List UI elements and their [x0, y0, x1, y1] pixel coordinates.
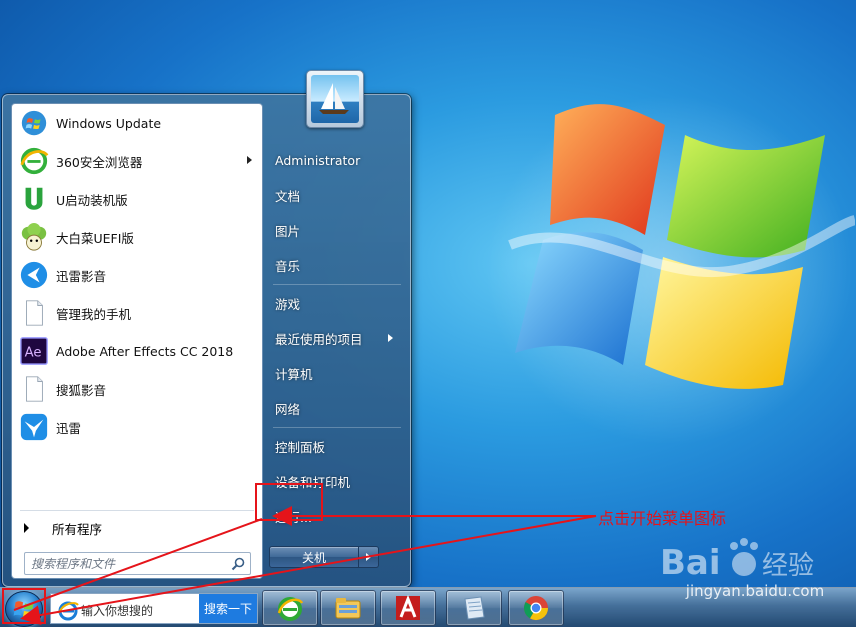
- taskbar-chrome-button[interactable]: [508, 590, 564, 626]
- autocad-icon: [396, 594, 420, 620]
- user-folder-link[interactable]: Administrator: [269, 143, 405, 178]
- annotation-note: 点击开始菜单图标: [598, 509, 727, 528]
- start-menu-places-pane: Administrator 文档 图片 音乐 游戏 最近使用的项目 计算机 网络…: [269, 143, 405, 534]
- svg-text:经验: 经验: [762, 551, 814, 581]
- folder-icon: [335, 598, 361, 619]
- games-link[interactable]: 游戏: [269, 286, 405, 321]
- start-menu-programs-pane: Windows Update 360安全浏览器 U启动装机版 大白菜UEFI版 迅雷影音…: [11, 103, 263, 579]
- program-item[interactable]: Windows Update: [12, 104, 262, 142]
- program-label: 大白菜UEFI版: [56, 230, 134, 246]
- shutdown-options-button[interactable]: [359, 546, 379, 568]
- search-placeholder: 搜索程序和文件: [31, 557, 116, 571]
- search-icon: [231, 557, 245, 571]
- taskbar-ie-button[interactable]: [262, 590, 318, 626]
- highlight-box-run: [255, 483, 323, 521]
- user-avatar[interactable]: [306, 70, 364, 128]
- program-label: U启动装机版: [56, 192, 128, 208]
- arrow-right-icon: [24, 523, 29, 533]
- music-label: 音乐: [275, 259, 301, 274]
- blank-document-icon: [18, 373, 50, 405]
- program-label: 迅雷: [56, 420, 82, 436]
- program-label: 管理我的手机: [56, 306, 132, 322]
- ie-browser-icon: [58, 601, 79, 621]
- music-link[interactable]: 音乐: [269, 248, 405, 283]
- program-label: Adobe After Effects CC 2018: [56, 343, 234, 359]
- network-label: 网络: [275, 402, 301, 417]
- program-label: 迅雷影音: [56, 268, 107, 284]
- search-button-label: 搜索一下: [203, 602, 252, 616]
- program-list: Windows Update 360安全浏览器 U启动装机版 大白菜UEFI版 迅雷影音…: [12, 104, 262, 446]
- program-item[interactable]: 大白菜UEFI版: [12, 218, 262, 256]
- search-input[interactable]: 搜索程序和文件: [24, 552, 251, 575]
- svg-text:Bai: Bai: [660, 543, 721, 583]
- games-label: 游戏: [275, 297, 301, 312]
- windows-update-icon: [18, 107, 50, 139]
- ie-search-bar[interactable]: 输入你想搜的 搜索一下: [50, 593, 258, 624]
- xunlei-player-icon: [18, 259, 50, 291]
- windows-logo-wallpaper: [508, 104, 855, 389]
- notepad-icon: [464, 596, 485, 620]
- program-item[interactable]: 迅雷: [12, 408, 262, 446]
- all-programs-button[interactable]: 所有程序: [12, 514, 262, 542]
- taskbar-autocad-button[interactable]: [380, 590, 436, 626]
- submenu-arrow-icon: [388, 334, 393, 342]
- search-button[interactable]: 搜索一下: [199, 594, 257, 623]
- documents-link[interactable]: 文档: [269, 178, 405, 213]
- documents-label: 文档: [275, 189, 301, 204]
- chrome-icon: [523, 596, 548, 621]
- program-item[interactable]: 360安全浏览器: [12, 142, 262, 180]
- ie-browser-icon: [277, 597, 304, 621]
- submenu-arrow-icon: [247, 156, 252, 164]
- network-link[interactable]: 网络: [269, 391, 405, 426]
- blank-document-icon: [18, 297, 50, 329]
- program-item[interactable]: Ae Adobe After Effects CC 2018: [12, 332, 262, 370]
- shutdown-button[interactable]: 关机: [269, 546, 359, 568]
- taskbar-explorer-button[interactable]: [320, 590, 376, 626]
- pictures-label: 图片: [275, 224, 301, 239]
- watermark-url: jingyan.baidu.com: [685, 582, 825, 600]
- program-item[interactable]: 迅雷影音: [12, 256, 262, 294]
- user-label: Administrator: [275, 153, 361, 168]
- divider: [20, 510, 254, 511]
- svg-text:Ae: Ae: [25, 346, 42, 361]
- computer-label: 计算机: [275, 367, 313, 382]
- recent-label: 最近使用的项目: [275, 332, 363, 347]
- recent-items-link[interactable]: 最近使用的项目: [269, 321, 405, 356]
- taskbar-notepad-button[interactable]: [446, 590, 502, 626]
- ie-search-text: 输入你想搜的: [81, 604, 154, 618]
- sailboat-picture-icon: [311, 75, 359, 123]
- all-programs-label: 所有程序: [52, 521, 103, 537]
- program-item[interactable]: 管理我的手机: [12, 294, 262, 332]
- u-qidong-icon: [18, 183, 50, 215]
- desktop-background: Windows Update 360安全浏览器 U启动装机版 大白菜UEFI版 迅雷影音…: [0, 0, 856, 627]
- shutdown-label: 关机: [301, 550, 326, 565]
- program-label: 360安全浏览器: [56, 154, 143, 170]
- browser-360-icon: [18, 145, 50, 177]
- after-effects-icon: Ae: [18, 335, 50, 367]
- highlight-box-start: [2, 588, 46, 624]
- start-menu: Windows Update 360安全浏览器 U启动装机版 大白菜UEFI版 迅雷影音…: [2, 94, 411, 587]
- program-label: 搜狐影音: [56, 382, 107, 398]
- xunlei-icon: [18, 411, 50, 443]
- control-panel-link[interactable]: 控制面板: [269, 429, 405, 464]
- program-item[interactable]: U启动装机版: [12, 180, 262, 218]
- pictures-link[interactable]: 图片: [269, 213, 405, 248]
- program-label: Windows Update: [56, 115, 162, 131]
- computer-link[interactable]: 计算机: [269, 356, 405, 391]
- control-panel-label: 控制面板: [275, 440, 326, 455]
- program-item[interactable]: 搜狐影音: [12, 370, 262, 408]
- dabaicai-icon: [18, 221, 50, 253]
